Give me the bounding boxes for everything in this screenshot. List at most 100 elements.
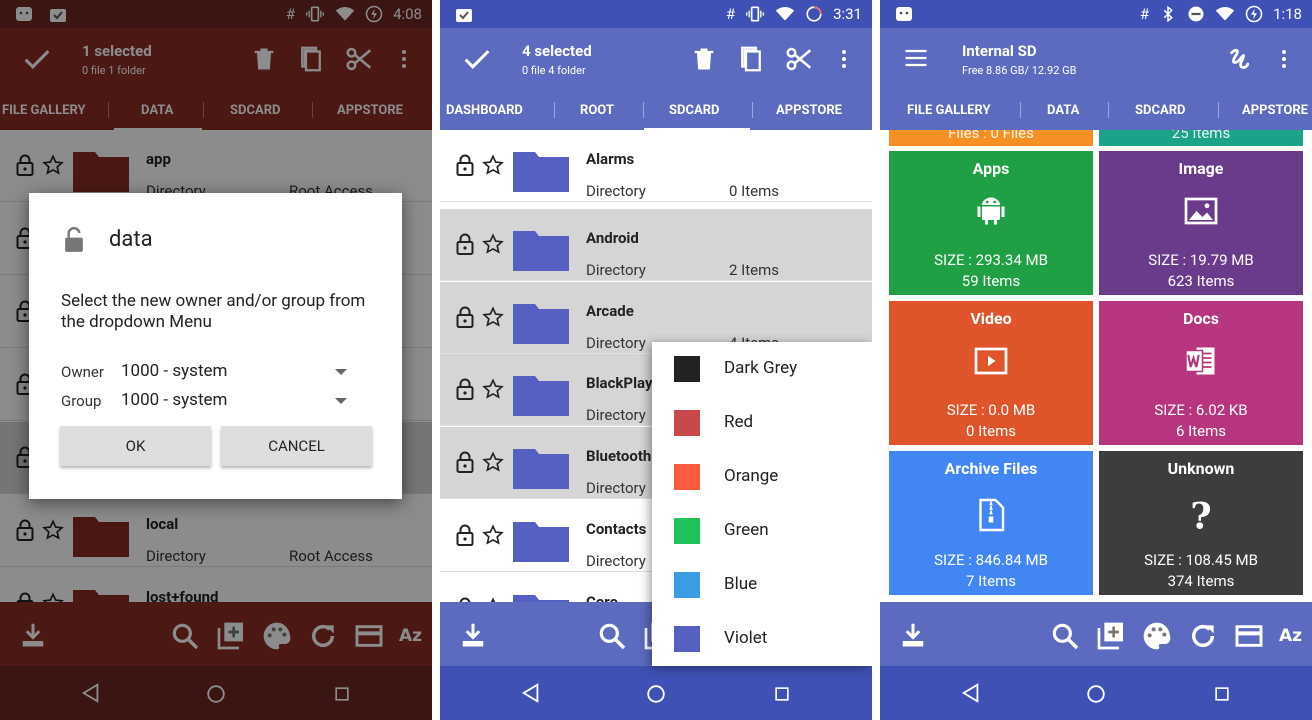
lock-icon[interactable] <box>456 524 474 546</box>
color-option-dark-grey[interactable]: Dark Grey <box>652 342 872 396</box>
tab-appstore[interactable]: APPSTORE <box>776 103 842 118</box>
tile-size: SIZE : 19.79 MB <box>1148 251 1254 269</box>
tab-file-gallery[interactable]: FILE GALLERY <box>907 103 991 118</box>
tile-title: Apps <box>972 159 1010 178</box>
tile-video[interactable]: Video SIZE : 0.0 MB 0 Items <box>889 301 1093 445</box>
tile-count: 59 Items <box>961 272 1021 290</box>
tile-size: SIZE : 0.0 MB <box>946 401 1036 419</box>
download-icon[interactable] <box>898 620 928 650</box>
tab-appstore[interactable]: APPSTORE <box>1242 103 1308 118</box>
folder-icon <box>513 376 569 416</box>
tab-data[interactable]: DATA <box>1047 103 1079 118</box>
partial-files-count: Files : 0 Files <box>948 130 1034 142</box>
home-icon[interactable] <box>1085 683 1107 705</box>
tile-title: Archive Files <box>944 459 1038 478</box>
lock-icon[interactable] <box>456 451 474 473</box>
color-option-red[interactable]: Red <box>652 396 872 450</box>
star-icon[interactable] <box>482 154 504 176</box>
item-count: 2 Items <box>729 261 779 279</box>
star-icon[interactable] <box>482 524 504 546</box>
tile-apps[interactable]: Apps SIZE : 293.34 MB 59 Items <box>889 151 1093 295</box>
color-option-blue[interactable]: Blue <box>652 558 872 612</box>
layout-icon[interactable] <box>1233 620 1265 652</box>
action-toolbar: 4 selected 0 file 4 folder <box>440 28 872 90</box>
copy-icon[interactable] <box>736 42 766 76</box>
lock-icon[interactable] <box>456 154 474 176</box>
status-bar: #1:18 <box>880 0 1312 28</box>
sort-az-icon[interactable]: Az <box>1279 626 1302 646</box>
tile-count: 0 Items <box>966 422 1016 440</box>
check-icon[interactable] <box>460 42 494 76</box>
ok-button[interactable]: OK <box>60 426 211 466</box>
owner-dropdown[interactable]: 1000 - system <box>121 361 227 381</box>
color-swatch <box>674 626 700 652</box>
folder-icon <box>513 304 569 344</box>
lock-icon[interactable] <box>456 306 474 328</box>
refresh-icon[interactable] <box>1187 620 1219 652</box>
lock-icon[interactable] <box>456 233 474 255</box>
search-icon[interactable] <box>596 620 628 652</box>
color-label: Violet <box>724 628 768 648</box>
question-icon <box>1181 493 1221 537</box>
owner-label: Owner <box>61 363 104 381</box>
wifi-icon <box>775 4 795 24</box>
lock-icon[interactable] <box>456 378 474 400</box>
more-options-icon[interactable] <box>1272 42 1296 76</box>
tab-sdcard[interactable]: SDCARD <box>1135 103 1185 118</box>
bluetooth-icon <box>1159 5 1177 23</box>
group-dropdown-caret-icon[interactable] <box>335 398 347 404</box>
back-icon[interactable] <box>520 682 542 704</box>
recents-icon[interactable] <box>1212 684 1232 704</box>
cancel-button[interactable]: CANCEL <box>221 426 372 466</box>
group-dropdown[interactable]: 1000 - system <box>121 390 227 410</box>
color-swatch <box>674 518 700 544</box>
partial-tile-other[interactable]: 25 Items <box>1099 130 1303 146</box>
tab-root[interactable]: ROOT <box>580 103 614 118</box>
item-type: Directory <box>586 479 646 497</box>
video-icon <box>970 343 1012 379</box>
star-icon[interactable] <box>482 451 504 473</box>
list-item-selected[interactable]: Android Directory 2 Items <box>440 209 872 281</box>
tile-archive-files[interactable]: Archive Files SIZE : 846.84 MB 7 Items <box>889 451 1093 595</box>
tab-bar: FILE GALLERY DATA SDCARD APPSTORE <box>880 90 1312 130</box>
add-file-icon[interactable] <box>1095 620 1127 652</box>
tile-image[interactable]: Image SIZE : 19.79 MB 623 Items <box>1099 151 1303 295</box>
download-icon[interactable] <box>458 620 488 650</box>
color-label: Orange <box>724 466 779 486</box>
tile-unknown[interactable]: Unknown SIZE : 108.45 MB 374 Items <box>1099 451 1303 595</box>
home-icon[interactable] <box>645 683 667 705</box>
folder-icon <box>513 231 569 271</box>
color-label: Red <box>724 412 754 432</box>
back-icon[interactable] <box>960 682 982 704</box>
color-option-green[interactable]: Green <box>652 504 872 558</box>
divider <box>872 0 880 720</box>
more-options-icon[interactable] <box>832 42 856 76</box>
palette-icon[interactable] <box>1141 620 1173 652</box>
storage-free-space: Free 8.86 GB/ 12.92 GB <box>962 64 1077 77</box>
android-icon <box>973 193 1009 229</box>
wifi-icon <box>1215 4 1235 24</box>
dialog-message: Select the new owner and/or group from t… <box>61 291 366 332</box>
unlock-icon <box>65 227 83 252</box>
squiggle-icon[interactable] <box>1224 42 1254 76</box>
tab-sdcard[interactable]: SDCARD <box>669 103 719 118</box>
partial-tile-files[interactable]: Files : 0 Files <box>889 130 1093 146</box>
star-icon[interactable] <box>482 306 504 328</box>
owner-dropdown-caret-icon[interactable] <box>335 369 347 375</box>
list-item[interactable]: Alarms Directory 0 Items <box>440 130 872 202</box>
dialog-title: data <box>109 227 153 252</box>
color-option-violet[interactable]: Violet <box>652 612 872 666</box>
cut-icon[interactable] <box>784 42 814 76</box>
color-option-orange[interactable]: Orange <box>652 450 872 504</box>
tile-title: Video <box>970 309 1012 328</box>
item-name: Arcade <box>586 302 634 320</box>
delete-icon[interactable] <box>690 42 718 76</box>
tile-docs[interactable]: Docs SIZE : 6.02 KB 6 Items <box>1099 301 1303 445</box>
recents-icon[interactable] <box>772 684 792 704</box>
search-icon[interactable] <box>1049 620 1081 652</box>
menu-icon[interactable] <box>902 44 930 72</box>
star-icon[interactable] <box>482 378 504 400</box>
tab-dashboard[interactable]: DASHBOARD <box>446 103 523 118</box>
star-icon[interactable] <box>482 233 504 255</box>
folder-icon <box>513 522 569 562</box>
